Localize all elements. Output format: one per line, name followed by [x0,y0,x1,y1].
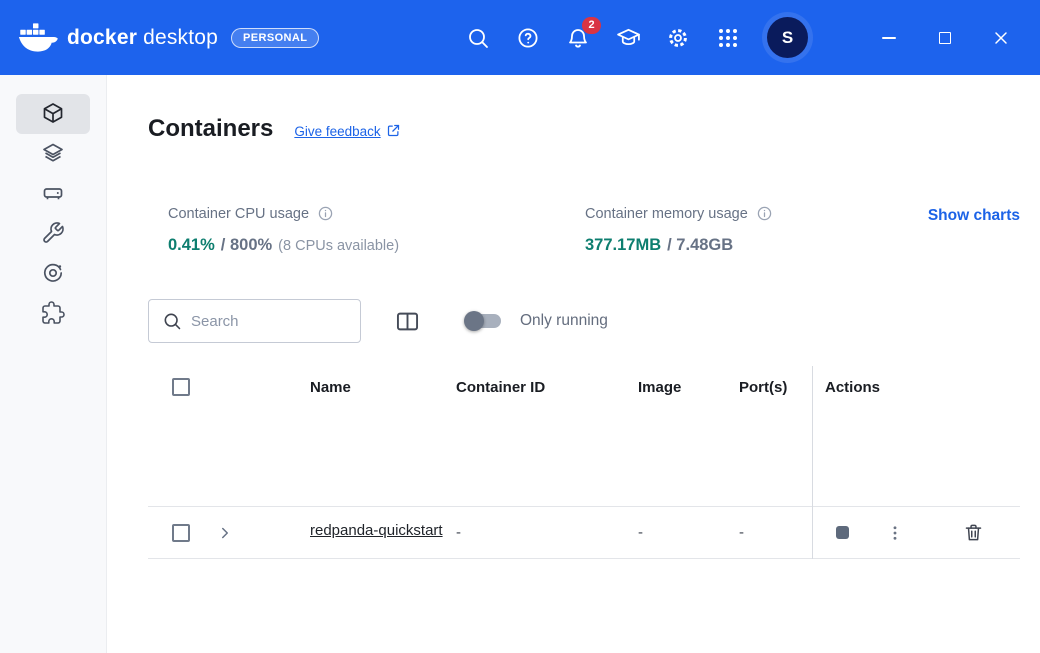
app-header: docker desktop PERSONAL 2 S [0,0,1040,75]
avatar[interactable]: S [767,17,808,58]
sidebar [0,75,107,653]
column-header-actions: Actions [825,378,881,396]
main-content: Containers Give feedback Container CPU u… [107,75,1040,653]
settings-gear-icon[interactable] [665,25,691,51]
give-feedback-label: Give feedback [294,124,381,139]
ports-cell: - [739,524,744,541]
cpu-info-icon[interactable] [317,205,334,222]
docker-whale-logo [18,22,58,53]
stop-container-button[interactable] [825,516,859,550]
sidebar-item-containers[interactable] [16,94,90,134]
builds-wrench-icon [41,221,65,248]
search-icon[interactable] [465,25,491,51]
sidebar-item-volumes[interactable] [16,174,90,214]
cpu-usage-label: Container CPU usage [168,205,310,222]
container-name-link[interactable]: redpanda-quickstart [310,522,443,539]
row-actions [812,507,1020,558]
memory-info-icon[interactable] [756,205,773,222]
container-search-box [148,299,361,343]
app-body: Containers Give feedback Container CPU u… [0,75,1040,653]
container-id-cell: - [456,524,461,541]
feedback-external-icon [386,123,401,141]
actions-column-divider [812,366,813,559]
notification-badge: 2 [582,16,601,34]
select-all-checkbox[interactable] [172,378,190,396]
memory-usage-stat: Container memory usage 377.17MB / 7.48GB [585,205,928,255]
brand-docker: docker [67,25,138,49]
only-running-toggle[interactable] [464,311,501,331]
plan-badge[interactable]: PERSONAL [231,27,320,48]
row-kebab-menu-icon[interactable] [881,516,909,550]
column-header-image[interactable]: Image [628,379,733,396]
memory-usage-label: Container memory usage [585,205,748,222]
page-title: Containers [148,115,274,142]
sidebar-item-images[interactable] [16,134,90,174]
extensions-puzzle-icon [41,300,65,328]
containers-table: Name Container ID Image Port(s) Actions [148,366,1020,559]
give-feedback-link[interactable]: Give feedback [294,123,400,141]
maximize-button[interactable] [934,27,956,49]
cpu-usage-total: / 800% [220,236,273,254]
minimize-button[interactable] [878,27,900,49]
apps-grid-icon[interactable] [715,25,741,51]
show-charts-link[interactable]: Show charts [928,207,1020,225]
sidebar-item-extensions[interactable] [16,294,90,334]
cpu-usage-value: 0.41% [168,236,215,254]
cpu-usage-stat: Container CPU usage 0.41% / 800% (8 CPUs… [168,205,585,255]
brand-desktop: desktop [143,25,219,49]
expand-row-chevron-icon[interactable] [216,524,234,542]
containers-cube-icon [41,101,65,128]
header-right: 2 S [441,16,1012,58]
table-spacer [148,408,1020,506]
images-layers-icon [41,141,65,168]
sidebar-item-builds[interactable] [16,214,90,254]
stop-square-icon [835,526,849,539]
memory-usage-total: / 7.48GB [667,236,734,254]
delete-container-trash-icon[interactable] [963,522,984,543]
docker-desktop-window: docker desktop PERSONAL 2 S Containers G… [0,0,1040,653]
sidebar-item-scout[interactable] [16,254,90,294]
search-magnifier-icon [162,311,182,331]
help-icon[interactable] [515,25,541,51]
column-header-ports[interactable]: Port(s) [733,379,812,396]
only-running-label: Only running [520,312,608,329]
header-left: docker desktop PERSONAL [18,22,320,53]
scout-radar-icon [41,261,65,288]
stats-row: Container CPU usage 0.41% / 800% (8 CPUs… [148,205,1020,255]
search-input[interactable] [191,312,360,330]
window-controls [844,27,1012,49]
close-button[interactable] [990,27,1012,49]
toggle-knob [464,311,484,331]
brand-title: docker desktop [67,26,218,50]
cpu-available-note: (8 CPUs available) [278,238,400,254]
learning-center-icon[interactable] [615,25,641,51]
image-cell: - [638,524,643,541]
table-controls-row: Only running [148,299,1020,343]
column-header-name[interactable]: Name [298,379,448,396]
notifications-bell-icon[interactable]: 2 [565,16,601,51]
volumes-drive-icon [41,181,65,208]
row-checkbox[interactable] [172,523,190,542]
title-row: Containers Give feedback [148,115,1020,143]
table-row: redpanda-quickstart - - - [148,506,1020,559]
table-header-row: Name Container ID Image Port(s) Actions [148,366,1020,408]
memory-usage-value: 377.17MB [585,236,662,254]
column-header-container-id[interactable]: Container ID [448,379,628,396]
column-settings-icon[interactable] [394,308,421,335]
